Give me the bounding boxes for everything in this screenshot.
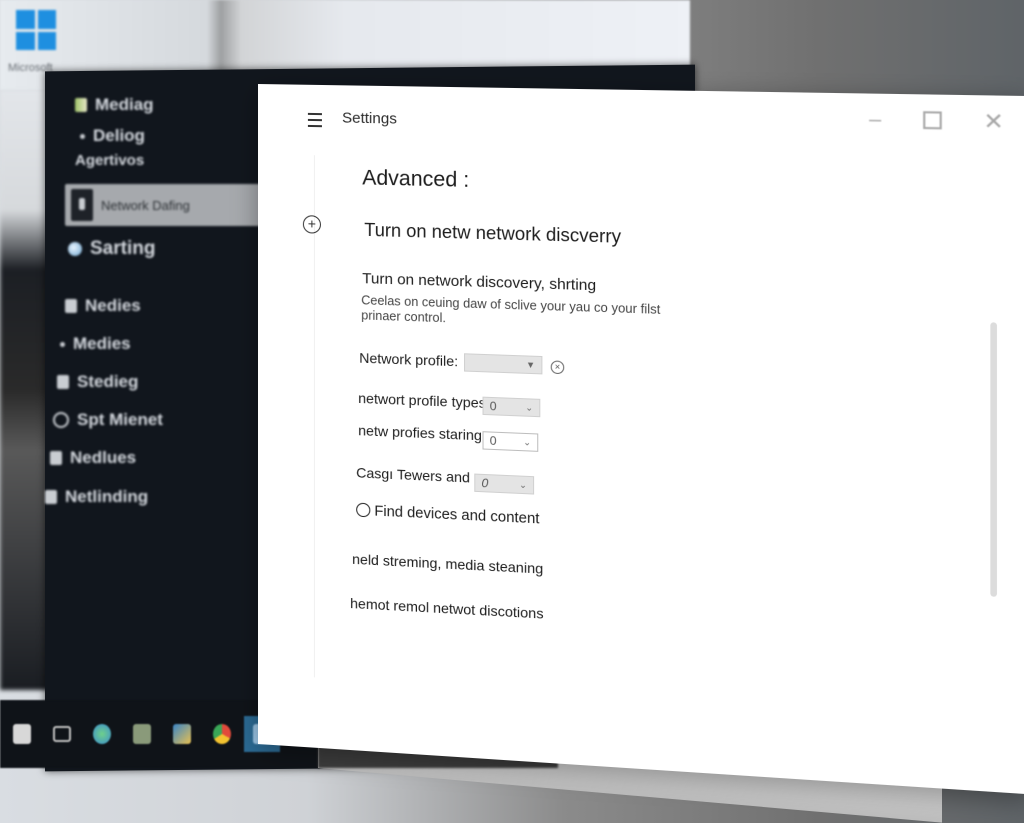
find-devices-label: Find devices and content <box>374 503 540 528</box>
hamburger-menu-icon[interactable] <box>307 112 322 128</box>
start-item-label: Sarting <box>90 238 156 259</box>
edge-icon <box>93 724 111 744</box>
start-item-label: Stedieg <box>77 372 139 391</box>
lock-icon <box>50 451 62 465</box>
start-item-nedies[interactable]: Nedies <box>65 296 141 316</box>
find-devices-radio[interactable] <box>356 502 371 518</box>
chrome-icon <box>213 724 231 744</box>
start-item-label: Spt Mienet <box>77 410 163 429</box>
minimize-button[interactable]: – <box>863 108 887 131</box>
start-item-label: Nedlues <box>70 448 137 467</box>
start-item-label: Netlinding <box>65 487 149 506</box>
clear-icon[interactable]: × <box>550 360 565 375</box>
start-button[interactable] <box>4 716 40 752</box>
chevron-down-icon: ⌄ <box>523 436 532 447</box>
start-item-medies[interactable]: Medies <box>60 334 131 354</box>
vertical-scrollbar[interactable] <box>990 322 997 597</box>
page-title: Advanced : <box>362 166 470 192</box>
casgi-label: Casgı Tewers and <box>356 464 470 486</box>
start-item-mediag[interactable]: Mediag <box>75 95 154 115</box>
square-icon <box>45 490 57 504</box>
start-item-netlinding[interactable]: Netlinding <box>45 487 148 507</box>
app-icon <box>133 724 151 744</box>
start-item-stedieg[interactable]: Stedieg <box>57 372 138 392</box>
chevron-down-icon: ⌄ <box>519 479 527 490</box>
network-profile-dropdown[interactable]: ▼ <box>464 353 543 375</box>
task-view-icon <box>53 726 71 742</box>
window-title: Settings <box>342 109 397 128</box>
start-item-agertivos[interactable]: Agertivos <box>75 152 144 169</box>
start-item-label: Network Dafing <box>101 197 190 213</box>
subsection-title: Turn on network discovery, shrting <box>362 270 597 295</box>
start-item-label: Medies <box>73 334 131 353</box>
profile-types-label: networt profile types <box>358 389 486 411</box>
file-icon <box>65 299 77 313</box>
windows-icon <box>13 724 31 744</box>
description-text: Ceelas on ceuing daw of sclive your yau … <box>361 293 661 326</box>
profiles-sharing-label: netw profies staring <box>358 422 482 444</box>
settings-window: Settings – ✕ + Advanced : Turn on netw n… <box>258 84 1024 795</box>
start-item-spt-mienet[interactable]: Spt Mienet <box>53 410 163 430</box>
app-tile-icon <box>75 98 87 112</box>
people-icon <box>173 724 191 744</box>
section-title: Turn on netw network discverry <box>364 219 622 247</box>
add-icon[interactable]: + <box>302 215 321 234</box>
start-item-label: Agertivos <box>75 152 145 169</box>
edge-button[interactable] <box>84 716 120 752</box>
title-bar: Settings – ✕ <box>258 84 1024 147</box>
start-item-sarting[interactable]: Sarting <box>68 238 155 260</box>
people-icon <box>60 341 65 347</box>
profile-types-dropdown[interactable]: 0 ⌄ <box>482 396 541 418</box>
people-button[interactable] <box>164 716 200 752</box>
nav-divider <box>313 155 315 678</box>
location-icon <box>53 412 69 428</box>
close-button[interactable]: ✕ <box>981 108 1005 135</box>
maximize-icon <box>922 111 942 130</box>
remote-discovery-label: hemot remol netwot discotions <box>350 594 544 622</box>
globe-icon <box>68 242 82 256</box>
user-icon <box>71 189 93 221</box>
casgi-dropdown[interactable]: 0 ⌄ <box>474 473 535 495</box>
maximize-button[interactable] <box>920 111 944 130</box>
user-group-icon <box>57 375 69 389</box>
start-item-label: Deliog <box>93 126 145 145</box>
app-button[interactable] <box>124 716 160 752</box>
chrome-button[interactable] <box>204 716 240 752</box>
task-view-button[interactable] <box>44 716 80 752</box>
start-item-deliog[interactable]: Deliog <box>80 126 145 146</box>
start-item-label: Nedies <box>85 296 141 315</box>
start-item-label: Mediag <box>95 95 154 114</box>
dot-icon <box>80 133 85 139</box>
chevron-down-icon: ⌄ <box>525 401 534 413</box>
profiles-sharing-dropdown[interactable]: 0 ⌄ <box>482 431 539 452</box>
start-item-nedlues[interactable]: Nedlues <box>50 448 136 468</box>
windows-logo-icon <box>16 10 56 50</box>
chevron-down-icon: ▼ <box>525 359 536 371</box>
network-profile-label: Network profile: <box>359 349 459 370</box>
streaming-label: neld streming, media steaning <box>352 550 544 577</box>
